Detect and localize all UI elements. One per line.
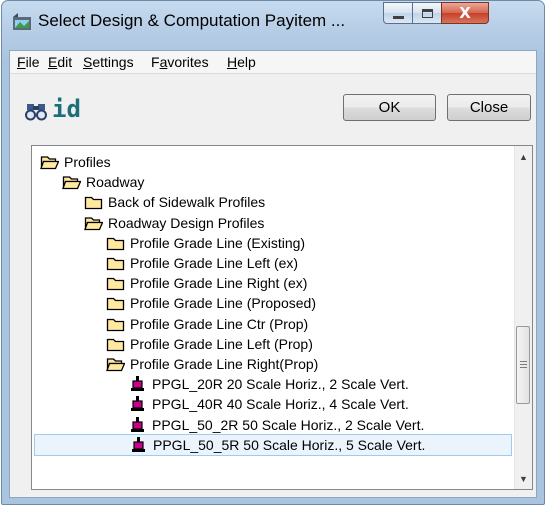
folder-icon xyxy=(106,336,125,352)
tree-item-label: Profiles xyxy=(64,154,111,170)
folder-icon xyxy=(106,316,125,332)
tree-item-label: Profile Grade Line Right(Prop) xyxy=(130,356,319,372)
menu-file[interactable]: File xyxy=(17,54,40,70)
folder-icon xyxy=(84,194,103,210)
tree-item[interactable]: Profile Grade Line Left (Prop) xyxy=(106,334,313,354)
payitem-icon xyxy=(129,436,148,453)
tree-item-label: PPGL_40R 40 Scale Horiz., 4 Scale Vert. xyxy=(152,396,409,413)
close-window-button[interactable]: X xyxy=(441,2,489,24)
menu-help[interactable]: Help xyxy=(227,54,256,70)
tree-item-label: Back of Sidewalk Profiles xyxy=(108,194,266,211)
title-bar[interactable]: Select Design & Computation Payitem ... … xyxy=(2,1,544,41)
folder-icon xyxy=(106,275,125,291)
grip-line xyxy=(520,367,527,368)
tree-item-label: Profile Grade Line Ctr (Prop) xyxy=(130,315,309,332)
tree-item[interactable]: Profile Grade Line (Existing) xyxy=(106,233,305,253)
tree-item-label: Profile Grade Line Right (ex) xyxy=(130,275,308,292)
tree-item-label: Roadway Design Profiles xyxy=(108,214,265,231)
tree-item[interactable]: PPGL_40R 40 Scale Horiz., 4 Scale Vert. xyxy=(128,394,409,414)
folder-icon xyxy=(106,255,125,271)
tree-item-label: Profile Grade Line Left (Prop) xyxy=(130,335,313,352)
tree-item[interactable]: Back of Sidewalk Profiles xyxy=(84,192,265,212)
id-label: id xyxy=(52,95,81,123)
tree-item[interactable]: Profile Grade Line Left (ex) xyxy=(106,253,298,273)
tree-item[interactable]: Roadway Design Profiles xyxy=(84,213,264,233)
folder-icon xyxy=(106,295,125,311)
menu-bar: File Edit Settings Favorites Help xyxy=(10,51,536,74)
grip-line xyxy=(520,364,527,365)
maximize-button[interactable] xyxy=(412,2,442,24)
tree-item[interactable]: PPGL_50_5R 50 Scale Horiz., 5 Scale Vert… xyxy=(34,433,512,456)
open-folder-icon xyxy=(106,356,126,372)
tree-item-label: PPGL_50_5R 50 Scale Horiz., 5 Scale Vert… xyxy=(153,436,426,453)
folder-icon xyxy=(106,235,125,251)
tree-item-label: Profile Grade Line (Existing) xyxy=(130,234,306,251)
tree-item-label: Profile Grade Line Left (ex) xyxy=(130,255,299,271)
menu-settings[interactable]: Settings xyxy=(83,54,134,70)
open-folder-icon xyxy=(84,215,104,231)
menu-favorites[interactable]: Favorites xyxy=(151,54,209,70)
tree-item[interactable]: Profile Grade Line (Proposed) xyxy=(106,293,316,313)
tree-item-label: Roadway xyxy=(86,174,145,191)
payitem-tree[interactable]: Profiles Roadway Back of Sidewalk Profiles… xyxy=(31,145,533,490)
tree-item-label: Profile Grade Line (Proposed) xyxy=(130,295,316,312)
tree-item[interactable]: Roadway xyxy=(62,172,144,192)
window-title: Select Design & Computation Payitem ... xyxy=(38,11,346,30)
scroll-thumb[interactable] xyxy=(516,326,530,404)
vertical-scrollbar[interactable]: ▲ ▼ xyxy=(514,146,532,489)
scroll-down-icon[interactable]: ▼ xyxy=(515,470,532,487)
tree-item[interactable]: Profiles xyxy=(40,152,111,172)
tree-item-label: PPGL_20R 20 Scale Horiz., 2 Scale Vert. xyxy=(152,376,409,393)
maximize-icon xyxy=(421,8,433,18)
binoculars-icon[interactable] xyxy=(25,101,47,121)
ok-button[interactable]: OK xyxy=(343,94,436,121)
payitem-icon xyxy=(128,376,147,392)
tree-item[interactable]: PPGL_50_2R 50 Scale Horiz., 2 Scale Vert… xyxy=(128,415,424,435)
dialog-window: Select Design & Computation Payitem ... … xyxy=(1,0,545,505)
grip-line xyxy=(520,361,527,362)
tree-item[interactable]: Profile Grade Line Right (ex) xyxy=(106,273,307,293)
tree-item[interactable]: PPGL_20R 20 Scale Horiz., 2 Scale Vert. xyxy=(128,374,409,394)
payitem-icon xyxy=(128,396,147,412)
close-button[interactable]: Close xyxy=(447,94,531,121)
open-folder-icon xyxy=(40,154,60,170)
app-icon xyxy=(13,13,31,30)
tree-item[interactable]: Profile Grade Line Ctr (Prop) xyxy=(106,314,308,334)
close-icon: X xyxy=(459,3,471,22)
tree-item-label: PPGL_50_2R 50 Scale Horiz., 2 Scale Vert… xyxy=(152,416,425,433)
tree-item[interactable]: Profile Grade Line Right(Prop) xyxy=(106,354,318,374)
dialog-client-area: File Edit Settings Favorites Help id OK … xyxy=(9,50,537,498)
minimize-icon xyxy=(392,15,404,19)
menu-edit[interactable]: Edit xyxy=(48,54,72,70)
minimize-button[interactable] xyxy=(383,2,413,24)
open-folder-icon xyxy=(62,174,82,190)
payitem-icon xyxy=(128,416,147,433)
scroll-up-icon[interactable]: ▲ xyxy=(515,148,532,165)
